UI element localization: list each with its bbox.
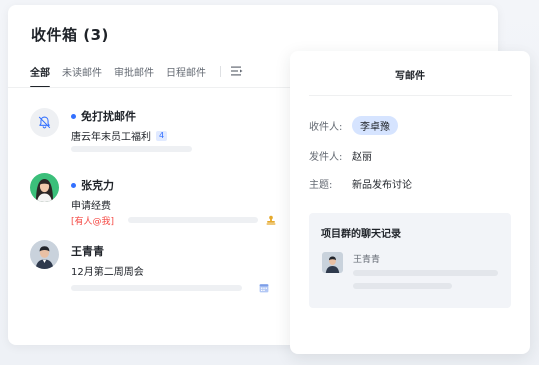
mail-subject-text: 唐云年末员工福利 [71,132,151,143]
calendar-icon [259,284,269,293]
avatar [322,252,343,273]
tab-unread[interactable]: 未读邮件 [62,64,102,79]
tab-approval[interactable]: 审批邮件 [114,64,154,79]
subject-value[interactable]: 新品发布讨论 [352,176,412,191]
mail-sender: 王青青 [71,245,104,258]
mail-header: 免打扰邮件 [71,108,136,124]
subject-row: 主题: 新品发布讨论 [309,176,412,191]
mail-subject: 12月第二周周会 [71,263,144,278]
man-avatar-icon [322,252,343,273]
recipient-row: 收件人: 李卓豫 [309,116,398,135]
mail-subject-text: 申请经费 [71,201,111,212]
mail-preview-placeholder [128,217,258,223]
mail-preview-placeholder [71,146,192,152]
unread-dot [71,113,76,119]
inbox-title: 收件箱 (3) [31,26,109,44]
mail-sender: 免打扰邮件 [81,110,136,123]
man-avatar-icon [30,240,59,269]
sender-row: 发件人: 赵丽 [309,148,372,163]
inbox-tabs: 全部 未读邮件 审批邮件 日程邮件 [30,61,243,88]
mail-item[interactable]: 免打扰邮件 唐云年末员工福利 4 [30,108,280,156]
woman-avatar-icon [30,173,59,202]
avatar [30,240,59,269]
tab-separator [220,65,221,77]
subject-label: 主题: [309,180,333,191]
stamp-icon [266,215,276,225]
count-badge: 4 [156,130,168,141]
chat-message-placeholder [353,270,498,276]
tab-calendar[interactable]: 日程邮件 [166,64,206,79]
mail-item[interactable]: 张克力 申请经费 [有人@我] [30,173,280,229]
bell-off-icon [38,116,51,129]
mail-sender: 张克力 [81,179,114,192]
filter-lines-icon[interactable] [231,66,243,76]
avatar [30,108,59,137]
unread-dot [71,182,76,188]
mail-header: 王青青 [71,243,104,259]
avatar [30,173,59,202]
mail-item[interactable]: 王青青 12月第二周周会 [30,238,280,294]
compose-panel: 写邮件 收件人: 李卓豫 发件人: 赵丽 主题: 新品发布讨论 项目群的聊天记录 [290,51,530,354]
sender-value[interactable]: 赵丽 [352,148,372,163]
mail-preview-placeholder [71,285,242,291]
recipient-label: 收件人: [309,122,343,133]
chat-record-card[interactable]: 项目群的聊天记录 王青青 [309,213,511,308]
sender-label: 发件人: [309,152,343,163]
tab-all[interactable]: 全部 [30,64,50,88]
chat-message-placeholder [353,283,452,289]
chat-record-title: 项目群的聊天记录 [321,229,401,240]
recipient-chip[interactable]: 李卓豫 [352,116,398,135]
mention-tag: [有人@我] [71,217,115,227]
mail-header: 张克力 [71,177,114,193]
app-stage: 收件箱 (3) 全部 未读邮件 审批邮件 日程邮件 免打扰邮件 唐云年末员工福利… [0,0,539,365]
chat-sender-name: 王青青 [353,255,381,265]
compose-title: 写邮件 [395,71,425,82]
mail-subject-text: 12月第二周周会 [71,267,144,278]
mail-subject: 唐云年末员工福利 4 [71,128,168,143]
compose-divider [309,95,512,96]
mail-subject: 申请经费 [71,197,111,212]
